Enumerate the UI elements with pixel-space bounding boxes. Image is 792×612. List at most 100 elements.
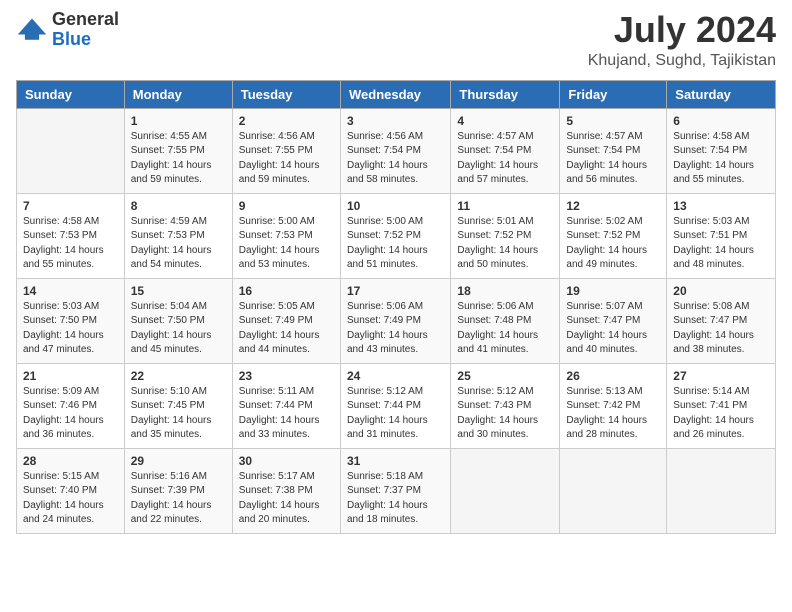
- day-info: Sunrise: 5:00 AMSunset: 7:53 PMDaylight:…: [239, 215, 334, 273]
- day-info: Sunrise: 4:58 AMSunset: 7:54 PMDaylight:…: [673, 130, 769, 188]
- logo-icon: [16, 16, 48, 44]
- day-number: 13: [673, 199, 769, 213]
- calendar-cell: 17 Sunrise: 5:06 AMSunset: 7:49 PMDayligh…: [340, 278, 450, 363]
- day-number: 22: [131, 369, 226, 383]
- day-info: Sunrise: 4:56 AMSunset: 7:54 PMDaylight:…: [347, 130, 444, 188]
- day-info: Sunrise: 5:06 AMSunset: 7:48 PMDaylight:…: [457, 300, 553, 358]
- day-number: 7: [23, 199, 118, 213]
- day-info: Sunrise: 5:15 AMSunset: 7:40 PMDaylight:…: [23, 470, 118, 528]
- day-number: 9: [239, 199, 334, 213]
- calendar-cell: 31 Sunrise: 5:18 AMSunset: 7:37 PMDayligh…: [340, 448, 450, 533]
- day-number: 25: [457, 369, 553, 383]
- calendar-cell: 9 Sunrise: 5:00 AMSunset: 7:53 PMDaylight…: [232, 193, 340, 278]
- calendar-header-friday: Friday: [560, 80, 667, 108]
- day-info: Sunrise: 4:56 AMSunset: 7:55 PMDaylight:…: [239, 130, 334, 188]
- calendar-cell: 2Sunrise: 4:56 AMSunset: 7:55 PMDaylight…: [232, 108, 340, 193]
- day-number: 31: [347, 454, 444, 468]
- calendar-cell: 29Sunrise: 5:16 AMSunset: 7:39 PMDayligh…: [124, 448, 232, 533]
- day-number: 20: [673, 284, 769, 298]
- calendar-cell: 30 Sunrise: 5:17 AMSunset: 7:38 PMDayligh…: [232, 448, 340, 533]
- month-year: July 2024: [588, 10, 776, 50]
- day-info: Sunrise: 5:06 AMSunset: 7:49 PMDaylight:…: [347, 300, 444, 358]
- day-info: Sunrise: 5:17 AMSunset: 7:38 PMDaylight:…: [239, 470, 334, 528]
- calendar-header-monday: Monday: [124, 80, 232, 108]
- calendar-header-wednesday: Wednesday: [340, 80, 450, 108]
- calendar-header-row: SundayMondayTuesdayWednesdayThursdayFrid…: [17, 80, 776, 108]
- calendar-week-row: 1Sunrise: 4:55 AMSunset: 7:55 PMDaylight…: [17, 108, 776, 193]
- day-number: 17: [347, 284, 444, 298]
- calendar-cell: 16 Sunrise: 5:05 AMSunset: 7:49 PMDayligh…: [232, 278, 340, 363]
- calendar-cell: 20 Sunrise: 5:08 AMSunset: 7:47 PMDayligh…: [667, 278, 776, 363]
- day-number: 26: [566, 369, 660, 383]
- day-info: Sunrise: 5:12 AMSunset: 7:44 PMDaylight:…: [347, 385, 444, 443]
- day-info: Sunrise: 5:14 AMSunset: 7:41 PMDaylight:…: [673, 385, 769, 443]
- location: Khujand, Sughd, Tajikistan: [588, 52, 776, 70]
- day-number: 16: [239, 284, 334, 298]
- day-info: Sunrise: 4:59 AMSunset: 7:53 PMDaylight:…: [131, 215, 226, 273]
- day-number: 12: [566, 199, 660, 213]
- day-info: Sunrise: 5:03 AMSunset: 7:50 PMDaylight:…: [23, 300, 118, 358]
- day-info: Sunrise: 5:07 AMSunset: 7:47 PMDaylight:…: [566, 300, 660, 358]
- calendar-cell: 8Sunrise: 4:59 AMSunset: 7:53 PMDaylight…: [124, 193, 232, 278]
- day-info: Sunrise: 5:02 AMSunset: 7:52 PMDaylight:…: [566, 215, 660, 273]
- day-info: Sunrise: 5:16 AMSunset: 7:39 PMDaylight:…: [131, 470, 226, 528]
- day-number: 27: [673, 369, 769, 383]
- calendar-cell: 1Sunrise: 4:55 AMSunset: 7:55 PMDaylight…: [124, 108, 232, 193]
- day-info: Sunrise: 5:08 AMSunset: 7:47 PMDaylight:…: [673, 300, 769, 358]
- calendar-cell: 13 Sunrise: 5:03 AMSunset: 7:51 PMDayligh…: [667, 193, 776, 278]
- logo-text: General Blue: [52, 10, 119, 50]
- day-number: 28: [23, 454, 118, 468]
- day-number: 11: [457, 199, 553, 213]
- day-number: 6: [673, 114, 769, 128]
- calendar-week-row: 7 Sunrise: 4:58 AMSunset: 7:53 PMDaylight…: [17, 193, 776, 278]
- calendar-header-thursday: Thursday: [451, 80, 560, 108]
- calendar-cell: 3Sunrise: 4:56 AMSunset: 7:54 PMDaylight…: [340, 108, 450, 193]
- calendar-cell: [17, 108, 125, 193]
- calendar-cell: 4Sunrise: 4:57 AMSunset: 7:54 PMDaylight…: [451, 108, 560, 193]
- day-info: Sunrise: 5:18 AMSunset: 7:37 PMDaylight:…: [347, 470, 444, 528]
- day-number: 15: [131, 284, 226, 298]
- day-number: 23: [239, 369, 334, 383]
- logo-general-text: General: [52, 9, 119, 29]
- day-number: 10: [347, 199, 444, 213]
- calendar-cell: 25 Sunrise: 5:12 AMSunset: 7:43 PMDayligh…: [451, 363, 560, 448]
- day-info: Sunrise: 5:05 AMSunset: 7:49 PMDaylight:…: [239, 300, 334, 358]
- calendar-cell: [560, 448, 667, 533]
- day-info: Sunrise: 5:13 AMSunset: 7:42 PMDaylight:…: [566, 385, 660, 443]
- calendar-week-row: 21Sunrise: 5:09 AMSunset: 7:46 PMDayligh…: [17, 363, 776, 448]
- calendar-cell: 10 Sunrise: 5:00 AMSunset: 7:52 PMDayligh…: [340, 193, 450, 278]
- day-number: 24: [347, 369, 444, 383]
- calendar-cell: 21Sunrise: 5:09 AMSunset: 7:46 PMDayligh…: [17, 363, 125, 448]
- day-info: Sunrise: 5:01 AMSunset: 7:52 PMDaylight:…: [457, 215, 553, 273]
- day-info: Sunrise: 5:12 AMSunset: 7:43 PMDaylight:…: [457, 385, 553, 443]
- day-info: Sunrise: 5:11 AMSunset: 7:44 PMDaylight:…: [239, 385, 334, 443]
- calendar-cell: 28 Sunrise: 5:15 AMSunset: 7:40 PMDayligh…: [17, 448, 125, 533]
- calendar-header-sunday: Sunday: [17, 80, 125, 108]
- calendar-cell: 12 Sunrise: 5:02 AMSunset: 7:52 PMDayligh…: [560, 193, 667, 278]
- day-number: 1: [131, 114, 226, 128]
- day-number: 5: [566, 114, 660, 128]
- day-number: 19: [566, 284, 660, 298]
- day-info: Sunrise: 4:58 AMSunset: 7:53 PMDaylight:…: [23, 215, 118, 273]
- day-number: 14: [23, 284, 118, 298]
- day-info: Sunrise: 5:00 AMSunset: 7:52 PMDaylight:…: [347, 215, 444, 273]
- page: General Blue July 2024 Khujand, Sughd, T…: [0, 0, 792, 550]
- day-info: Sunrise: 5:04 AMSunset: 7:50 PMDaylight:…: [131, 300, 226, 358]
- calendar-week-row: 28 Sunrise: 5:15 AMSunset: 7:40 PMDayligh…: [17, 448, 776, 533]
- calendar-cell: 24 Sunrise: 5:12 AMSunset: 7:44 PMDayligh…: [340, 363, 450, 448]
- calendar-cell: 7 Sunrise: 4:58 AMSunset: 7:53 PMDaylight…: [17, 193, 125, 278]
- calendar-cell: 6 Sunrise: 4:58 AMSunset: 7:54 PMDaylight…: [667, 108, 776, 193]
- calendar-cell: 5Sunrise: 4:57 AMSunset: 7:54 PMDaylight…: [560, 108, 667, 193]
- logo: General Blue: [16, 10, 119, 50]
- calendar-week-row: 14 Sunrise: 5:03 AMSunset: 7:50 PMDayligh…: [17, 278, 776, 363]
- logo-blue-text: Blue: [52, 29, 91, 49]
- day-info: Sunrise: 5:03 AMSunset: 7:51 PMDaylight:…: [673, 215, 769, 273]
- calendar-cell: 15 Sunrise: 5:04 AMSunset: 7:50 PMDayligh…: [124, 278, 232, 363]
- calendar-cell: 19 Sunrise: 5:07 AMSunset: 7:47 PMDayligh…: [560, 278, 667, 363]
- calendar-table: SundayMondayTuesdayWednesdayThursdayFrid…: [16, 80, 776, 534]
- day-number: 30: [239, 454, 334, 468]
- calendar-cell: 11 Sunrise: 5:01 AMSunset: 7:52 PMDayligh…: [451, 193, 560, 278]
- calendar-cell: [451, 448, 560, 533]
- calendar-cell: 18Sunrise: 5:06 AMSunset: 7:48 PMDayligh…: [451, 278, 560, 363]
- day-info: Sunrise: 4:57 AMSunset: 7:54 PMDaylight:…: [457, 130, 553, 188]
